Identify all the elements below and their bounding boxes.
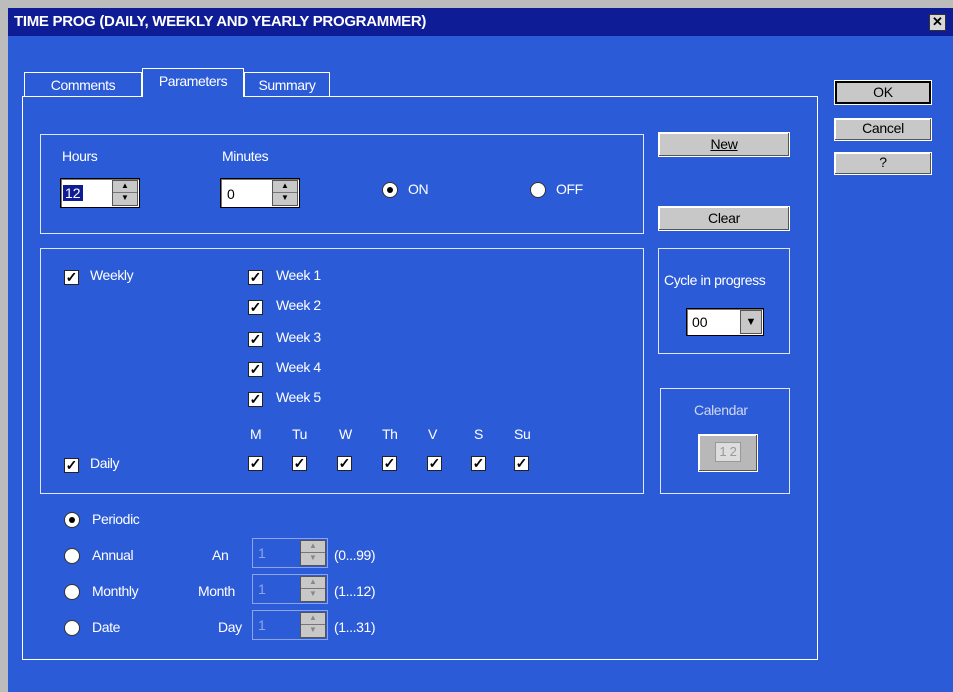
month-spinner[interactable]: ▲ ▼ bbox=[300, 576, 326, 602]
day-label-tu: Tu bbox=[292, 426, 308, 442]
month-range: (1...12) bbox=[334, 583, 376, 599]
minutes-value: 0 bbox=[227, 186, 235, 202]
day-su-checkbox[interactable]: ✓ bbox=[514, 456, 529, 471]
cycle-group bbox=[658, 248, 790, 354]
day-label: Day bbox=[218, 619, 242, 635]
window-title: TIME PROG (DAILY, WEEKLY AND YEARLY PROG… bbox=[14, 13, 427, 30]
on-radio[interactable] bbox=[382, 182, 398, 198]
annual-radio[interactable] bbox=[64, 548, 80, 564]
tab-summary[interactable]: Summary bbox=[244, 72, 330, 97]
spin-down-icon[interactable]: ▼ bbox=[113, 193, 137, 205]
week-2-checkbox[interactable]: ✓ bbox=[248, 300, 263, 315]
minutes-spinner[interactable]: ▲ ▼ bbox=[272, 180, 298, 206]
week-3-checkbox[interactable]: ✓ bbox=[248, 332, 263, 347]
spin-down-icon[interactable]: ▼ bbox=[301, 625, 325, 637]
date-radio[interactable] bbox=[64, 620, 80, 636]
date-label: Date bbox=[92, 619, 120, 635]
cycle-value: 00 bbox=[692, 314, 708, 330]
an-value: 1 bbox=[258, 545, 266, 561]
day-s-checkbox[interactable]: ✓ bbox=[471, 456, 486, 471]
tab-summary-label: Summary bbox=[258, 77, 316, 93]
clear-button-label: Clear bbox=[708, 210, 740, 226]
periodic-label: Periodic bbox=[92, 511, 140, 527]
month-value: 1 bbox=[258, 581, 266, 597]
dialog-window: TIME PROG (DAILY, WEEKLY AND YEARLY PROG… bbox=[8, 8, 953, 692]
week-2-label: Week 2 bbox=[276, 297, 321, 313]
tab-parameters-label: Parameters bbox=[158, 73, 228, 89]
spin-down-icon[interactable]: ▼ bbox=[273, 193, 297, 205]
ok-button[interactable]: OK bbox=[834, 80, 932, 105]
periodic-radio[interactable] bbox=[64, 512, 80, 528]
spin-up-icon[interactable]: ▲ bbox=[113, 181, 137, 193]
day-m-checkbox[interactable]: ✓ bbox=[248, 456, 263, 471]
day-th-checkbox[interactable]: ✓ bbox=[382, 456, 397, 471]
day-label-su: Su bbox=[514, 426, 531, 442]
calendar-icon: 1 2 bbox=[715, 442, 741, 462]
help-button[interactable]: ? bbox=[834, 152, 932, 175]
cancel-button[interactable]: Cancel bbox=[834, 118, 932, 141]
day-tu-checkbox[interactable]: ✓ bbox=[292, 456, 307, 471]
minutes-label: Minutes bbox=[222, 148, 269, 164]
daily-checkbox[interactable]: ✓ bbox=[64, 458, 79, 473]
week-1-checkbox[interactable]: ✓ bbox=[248, 270, 263, 285]
weekly-checkbox[interactable]: ✓ bbox=[64, 270, 79, 285]
daily-label: Daily bbox=[90, 455, 120, 471]
new-button[interactable]: New bbox=[658, 132, 790, 157]
week-5-label: Week 5 bbox=[276, 389, 321, 405]
cycle-label: Cycle in progress bbox=[664, 272, 766, 288]
monthly-label: Monthly bbox=[92, 583, 139, 599]
new-button-label: New bbox=[710, 136, 738, 152]
hours-label: Hours bbox=[62, 148, 98, 164]
spin-up-icon[interactable]: ▲ bbox=[273, 181, 297, 193]
tab-comments[interactable]: Comments bbox=[24, 72, 142, 97]
day-value: 1 bbox=[258, 617, 266, 633]
spin-up-icon[interactable]: ▲ bbox=[301, 613, 325, 625]
chevron-down-icon[interactable]: ▼ bbox=[740, 310, 762, 334]
day-range: (1...31) bbox=[334, 619, 376, 635]
spin-up-icon[interactable]: ▲ bbox=[301, 541, 325, 553]
monthly-radio[interactable] bbox=[64, 584, 80, 600]
week-4-checkbox[interactable]: ✓ bbox=[248, 362, 263, 377]
hours-value: 12 bbox=[63, 185, 83, 201]
day-label-m: M bbox=[250, 426, 262, 442]
day-label-v: V bbox=[428, 426, 437, 442]
week-3-label: Week 3 bbox=[276, 329, 321, 345]
day-v-checkbox[interactable]: ✓ bbox=[427, 456, 442, 471]
hours-spinner[interactable]: ▲ ▼ bbox=[112, 180, 138, 206]
month-label: Month bbox=[198, 583, 235, 599]
clear-button[interactable]: Clear bbox=[658, 206, 790, 231]
tab-comments-label: Comments bbox=[50, 77, 116, 93]
day-label-s: S bbox=[474, 426, 483, 442]
annual-label: Annual bbox=[92, 547, 134, 563]
on-label: ON bbox=[408, 181, 429, 197]
calendar-label: Calendar bbox=[694, 402, 748, 418]
title-bar[interactable]: TIME PROG (DAILY, WEEKLY AND YEARLY PROG… bbox=[8, 8, 953, 36]
day-label-th: Th bbox=[382, 426, 398, 442]
off-radio[interactable] bbox=[530, 182, 546, 198]
tab-parameters[interactable]: Parameters bbox=[142, 68, 244, 97]
day-w-checkbox[interactable]: ✓ bbox=[337, 456, 352, 471]
an-label: An bbox=[212, 547, 229, 563]
spin-up-icon[interactable]: ▲ bbox=[301, 577, 325, 589]
calendar-button[interactable]: 1 2 bbox=[698, 434, 758, 472]
an-spinner[interactable]: ▲ ▼ bbox=[300, 540, 326, 566]
weekly-label: Weekly bbox=[90, 267, 134, 283]
week-1-label: Week 1 bbox=[276, 267, 321, 283]
spin-down-icon[interactable]: ▼ bbox=[301, 589, 325, 601]
close-icon[interactable]: ✕ bbox=[929, 14, 946, 31]
day-spinner[interactable]: ▲ ▼ bbox=[300, 612, 326, 638]
an-range: (0...99) bbox=[334, 547, 376, 563]
week-5-checkbox[interactable]: ✓ bbox=[248, 392, 263, 407]
week-4-label: Week 4 bbox=[276, 359, 321, 375]
off-label: OFF bbox=[556, 181, 583, 197]
day-label-w: W bbox=[339, 426, 352, 442]
spin-down-icon[interactable]: ▼ bbox=[301, 553, 325, 565]
